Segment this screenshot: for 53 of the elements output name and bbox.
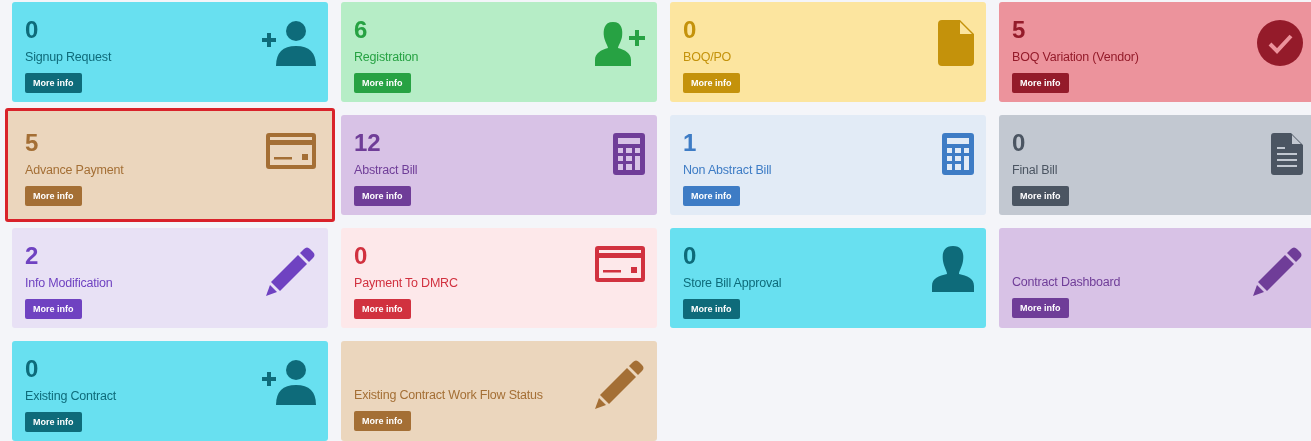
- tile-label: BOQ/PO: [683, 49, 732, 66]
- credit-card-icon: [266, 133, 316, 169]
- count-value: 5: [25, 131, 39, 155]
- tile-label: Advance Payment: [25, 162, 124, 179]
- count-value: 0: [25, 357, 39, 381]
- count-value: 2: [25, 244, 39, 268]
- tile-label: Payment To DMRC: [354, 275, 458, 292]
- count-value: 0: [354, 244, 368, 268]
- user-icon: [932, 246, 974, 292]
- more-info-button[interactable]: More info: [25, 72, 82, 93]
- count-value: 5: [1012, 18, 1026, 42]
- pencil-icon: [266, 246, 316, 296]
- document-icon: [1271, 133, 1303, 175]
- more-info-button[interactable]: More info: [354, 411, 411, 431]
- credit-card-icon: [595, 246, 645, 282]
- more-info-button[interactable]: More info: [354, 298, 411, 319]
- pencil-icon: [595, 359, 645, 409]
- tile-label: Existing Contract Work Flow Status: [354, 387, 543, 405]
- more-info-button[interactable]: More info: [354, 72, 411, 93]
- tile-label: Existing Contract: [25, 388, 117, 405]
- add-user-icon: [262, 359, 316, 405]
- tile-label: Abstract Bill: [354, 162, 418, 179]
- more-info-button[interactable]: More info: [683, 185, 740, 206]
- more-info-button[interactable]: More info: [1012, 298, 1069, 318]
- tile-label: Signup Request: [25, 49, 112, 66]
- tile-label: Info Modification: [25, 275, 113, 292]
- tile-label: Contract Dashboard: [1012, 274, 1121, 292]
- tile-label: Non Abstract Bill: [683, 162, 772, 179]
- tile-label: Final Bill: [1012, 162, 1058, 179]
- add-user-icon: [262, 20, 316, 66]
- more-info-button[interactable]: More info: [354, 185, 411, 206]
- more-info-button[interactable]: More info: [25, 185, 82, 206]
- count-value: 12: [354, 131, 381, 155]
- count-value: 0: [683, 18, 697, 42]
- count-value: 0: [1012, 131, 1026, 155]
- count-value: 0: [25, 18, 39, 42]
- tile-label: BOQ Variation (Vendor): [1012, 49, 1139, 66]
- pencil-icon: [1253, 246, 1303, 296]
- add-user-icon: [595, 20, 645, 66]
- count-value: 0: [683, 244, 697, 268]
- calculator-icon: [613, 133, 645, 175]
- more-info-button[interactable]: More info: [25, 298, 82, 319]
- tile-label: Store Bill Approval: [683, 275, 782, 292]
- file-icon: [938, 20, 974, 66]
- more-info-button[interactable]: More info: [25, 411, 82, 432]
- count-value: 6: [354, 18, 368, 42]
- check-circle-icon: [1257, 20, 1303, 66]
- more-info-button[interactable]: More info: [1012, 72, 1069, 93]
- more-info-button[interactable]: More info: [1012, 185, 1069, 206]
- calculator-icon: [942, 133, 974, 175]
- more-info-button[interactable]: More info: [683, 298, 740, 319]
- tile-label: Registration: [354, 49, 419, 66]
- count-value: 1: [683, 131, 697, 155]
